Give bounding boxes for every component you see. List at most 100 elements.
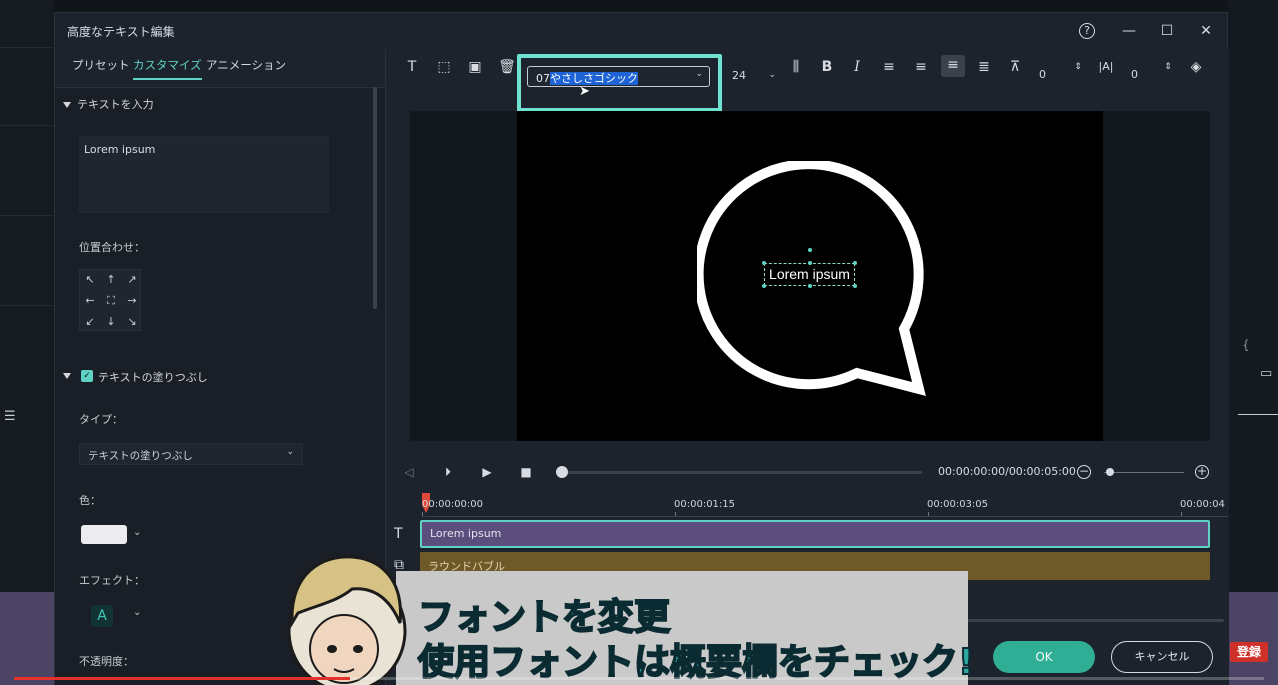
stepper-icon[interactable]: ⇕ bbox=[1158, 57, 1178, 77]
fill-type-value: テキストの塗りつぶし bbox=[88, 450, 193, 462]
resize-handle[interactable] bbox=[808, 284, 812, 288]
playback-track[interactable] bbox=[564, 471, 922, 474]
stepper-icon[interactable]: ⇕ bbox=[1068, 57, 1088, 77]
resize-handle[interactable] bbox=[853, 284, 857, 288]
align-bottom-left-icon[interactable]: ↙ bbox=[80, 312, 100, 332]
rotate-handle[interactable] bbox=[808, 248, 812, 252]
color-swatch[interactable] bbox=[81, 525, 127, 544]
chevron-down-icon[interactable]: ⌄ bbox=[133, 527, 141, 538]
resize-handle[interactable] bbox=[762, 284, 766, 288]
zoom-in-icon[interactable]: + bbox=[1195, 465, 1209, 479]
play-segment-icon[interactable]: ⏵ bbox=[439, 463, 457, 481]
text-input-field[interactable]: Lorem ipsum bbox=[79, 136, 329, 213]
alignment-grid: ↖ ↑ ↗ ← ⛶ → ↙ ↓ ↘ bbox=[79, 269, 141, 331]
resize-handle[interactable] bbox=[853, 261, 857, 265]
minimize-icon[interactable]: — bbox=[1119, 21, 1139, 41]
background-app-top bbox=[54, 0, 1228, 12]
playback-bar: ◁ ⏵ ▶ ■ 00:00:00:00/00:00:05:00 − + bbox=[386, 457, 1230, 487]
text-direction-icon[interactable]: ⫼ bbox=[786, 57, 806, 77]
resize-handle[interactable] bbox=[808, 261, 812, 265]
divider bbox=[1238, 414, 1278, 415]
fill-section-title: テキストの塗りつぶし bbox=[98, 371, 208, 384]
text-track-icon: T bbox=[394, 526, 403, 542]
chevron-down-icon[interactable]: ⌄ bbox=[133, 607, 141, 618]
italic-icon[interactable]: I bbox=[847, 57, 867, 77]
prev-frame-icon[interactable]: ◁ bbox=[400, 463, 418, 481]
presenter-avatar bbox=[287, 555, 407, 685]
ruler-label: 00:00:00:00 bbox=[422, 499, 484, 510]
align-bottom-icon[interactable]: ↓ bbox=[101, 312, 121, 332]
kerning-icon[interactable]: |A| bbox=[1096, 57, 1116, 77]
title-bar: 高度なテキスト編集 ? — ☐ ✕ bbox=[55, 13, 1229, 49]
resize-handle[interactable] bbox=[762, 261, 766, 265]
collapse-triangle-icon bbox=[63, 373, 71, 379]
align-bottom-right-icon[interactable]: ↘ bbox=[122, 312, 142, 332]
cancel-button[interactable]: キャンセル bbox=[1111, 641, 1213, 673]
fill-type-select[interactable]: テキストの塗りつぶし ⌄ bbox=[79, 443, 303, 465]
effect-preset-button[interactable]: A bbox=[91, 605, 113, 627]
chevron-down-icon: ⌄ bbox=[768, 70, 776, 80]
tab-customize[interactable]: カスタマイズ bbox=[133, 57, 202, 80]
background-app-left: ☰ bbox=[0, 0, 54, 685]
zoom-out-icon[interactable]: − bbox=[1077, 465, 1091, 479]
add-text-icon[interactable]: T bbox=[402, 57, 422, 77]
close-icon[interactable]: ✕ bbox=[1196, 21, 1216, 41]
align-right-icon[interactable]: → bbox=[122, 291, 142, 311]
highlight-frame bbox=[517, 54, 722, 112]
line-spacing-icon[interactable]: ⊼ bbox=[1005, 57, 1025, 77]
chevron-down-icon: ⌄ bbox=[286, 447, 294, 457]
background-app-right: { ▭ bbox=[1228, 0, 1278, 685]
effect-label: エフェクト： bbox=[79, 574, 145, 587]
ruler-label: 00:00:03:05 bbox=[927, 499, 989, 510]
fill-section-header[interactable] bbox=[63, 369, 77, 382]
sliders-icon[interactable]: ☰ bbox=[4, 409, 16, 424]
font-size-value: 24 bbox=[732, 69, 746, 82]
align-right-text-icon[interactable]: ≡ bbox=[911, 57, 931, 77]
subscribe-badge[interactable]: 登録 bbox=[1230, 642, 1268, 662]
playback-knob[interactable] bbox=[556, 466, 568, 478]
crop-icon[interactable]: ⬚ bbox=[434, 57, 454, 77]
ok-button[interactable]: OK bbox=[993, 641, 1095, 673]
align-label: 位置合わせ： bbox=[79, 241, 145, 254]
align-top-right-icon[interactable]: ↗ bbox=[122, 270, 142, 290]
timecode: 00:00:00:00/00:00:05:00 bbox=[938, 465, 1076, 478]
tab-preset[interactable]: プリセット bbox=[72, 57, 130, 73]
tab-animation[interactable]: アニメーション bbox=[206, 57, 286, 73]
zoom-knob[interactable] bbox=[1106, 468, 1114, 476]
help-icon[interactable]: ? bbox=[1079, 23, 1095, 39]
zoom-slider[interactable] bbox=[1104, 472, 1184, 473]
align-center-text-icon[interactable]: ≡ bbox=[941, 55, 965, 77]
format-toolbar: T ⬚ ▣ 🗑 ⫼ B I ≡ ≡ ≡ ≣ ⊼ 0 ⇕ |A| 0 ⇕ ◈ bbox=[386, 49, 1230, 87]
align-left-text-icon[interactable]: ≡ bbox=[879, 57, 899, 77]
align-top-left-icon[interactable]: ↖ bbox=[80, 270, 100, 290]
timeline-ruler[interactable]: 00:00:00:00 00:00:01:15 00:00:03:05 00:0… bbox=[422, 493, 1228, 517]
text-clip[interactable]: Lorem ipsum bbox=[420, 520, 1210, 548]
preview-canvas[interactable]: Lorem ipsum bbox=[517, 111, 1103, 441]
ruler-label: 00:00:01:15 bbox=[674, 499, 736, 510]
monitor-icon[interactable]: ▭ bbox=[1260, 366, 1272, 381]
left-panel-scrollbar[interactable] bbox=[373, 87, 377, 309]
color-label: 色： bbox=[79, 494, 101, 507]
maximize-icon[interactable]: ☐ bbox=[1157, 21, 1177, 41]
align-left-icon[interactable]: ← bbox=[80, 291, 100, 311]
dialog-title: 高度なテキスト編集 bbox=[67, 25, 175, 39]
timeline-scrollbar[interactable] bbox=[966, 619, 1224, 622]
text-input-section-header[interactable]: テキストを入力 bbox=[63, 96, 154, 112]
type-label: タイプ： bbox=[79, 413, 123, 426]
text-object[interactable]: Lorem ipsum bbox=[764, 263, 855, 286]
left-tabs: プリセット カスタマイズ アニメーション bbox=[55, 49, 385, 87]
opacity-label: 不透明度： bbox=[79, 655, 134, 668]
stop-icon[interactable]: ■ bbox=[517, 463, 535, 481]
add-image-icon[interactable]: ▣ bbox=[465, 57, 485, 77]
ruler-baseline bbox=[422, 516, 1228, 517]
delete-icon[interactable]: 🗑 bbox=[497, 57, 517, 77]
font-size-select[interactable]: 24 ⌄ bbox=[728, 67, 778, 87]
justify-icon[interactable]: ≣ bbox=[974, 57, 994, 77]
bold-icon[interactable]: B bbox=[817, 57, 837, 77]
collapse-triangle-icon bbox=[63, 102, 71, 108]
align-center-icon[interactable]: ⛶ bbox=[101, 291, 121, 311]
fill-checkbox[interactable]: ✓ bbox=[81, 370, 93, 382]
play-icon[interactable]: ▶ bbox=[478, 463, 496, 481]
layers-icon[interactable]: ◈ bbox=[1186, 57, 1206, 77]
align-top-icon[interactable]: ↑ bbox=[101, 270, 121, 290]
